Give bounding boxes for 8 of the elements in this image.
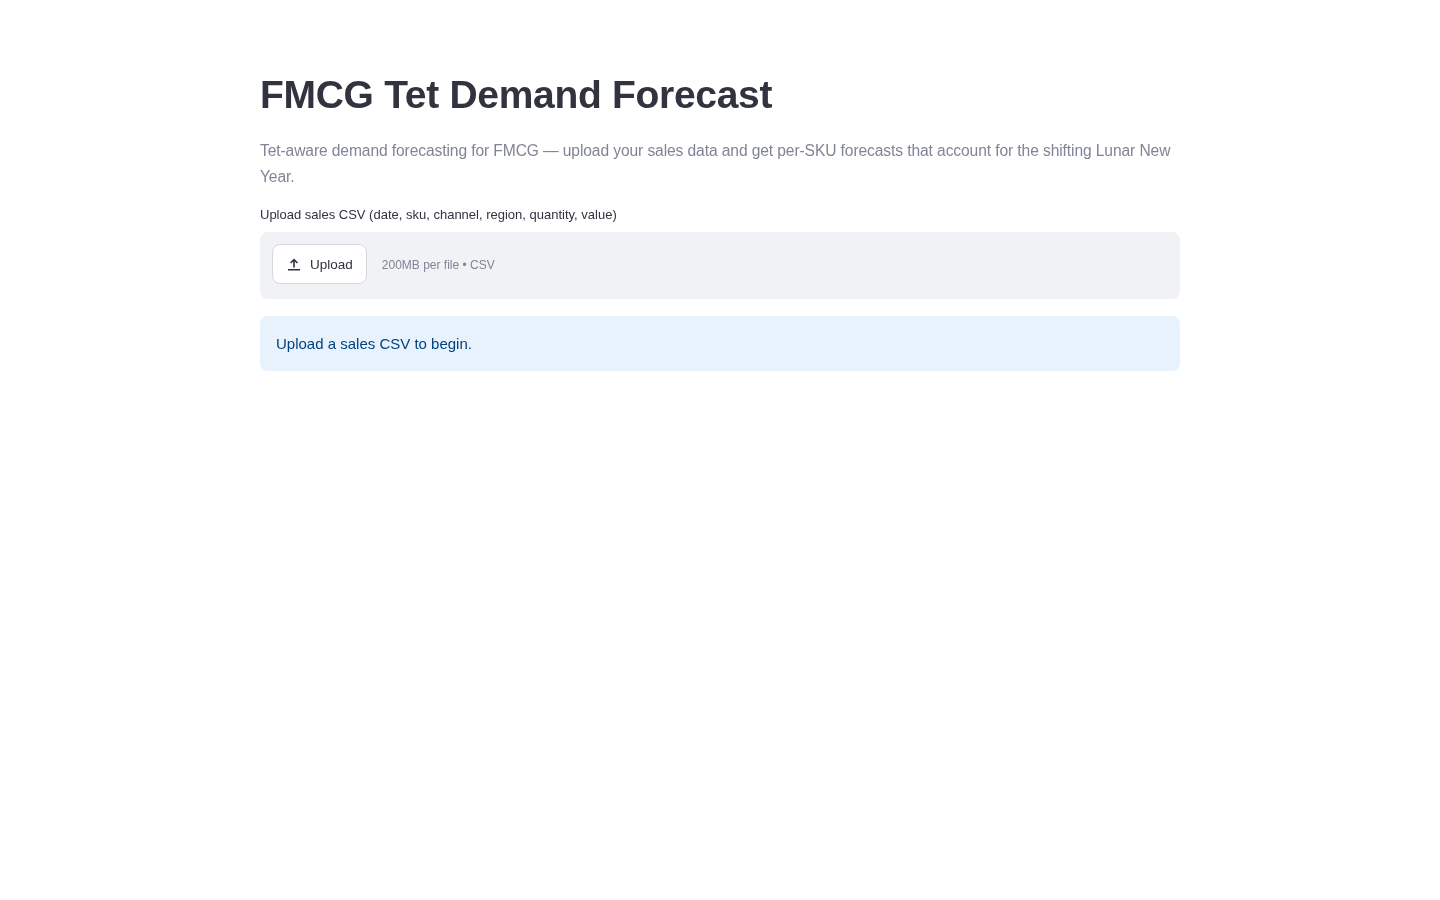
upload-icon — [287, 257, 301, 271]
upload-button[interactable]: Upload — [272, 244, 367, 284]
upload-hint: 200MB per file • CSV — [381, 257, 495, 272]
page-title: FMCG Tet Demand Forecast — [260, 72, 774, 118]
info-alert: Upload a sales CSV to begin. — [260, 316, 1180, 371]
uploader-label: Upload sales CSV (date, sku, channel, region, quantity, value) — [260, 206, 617, 224]
file-dropzone[interactable]: Upload 200MB per file • CSV — [260, 232, 1180, 299]
page-description: Tet-aware demand forecasting for FMCG — upload your sales data and get per-SKU forecasts that account for the shifting Lunar New Year. — [260, 141, 1172, 187]
